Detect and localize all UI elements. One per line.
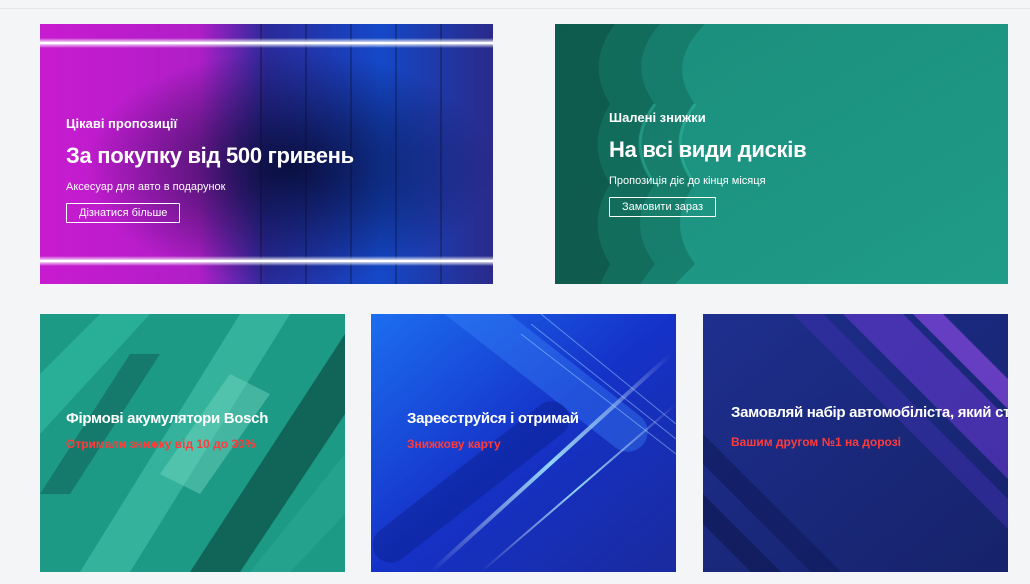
banner-content: Фірмові акумулятори Bosch Отримали знижк… <box>66 410 268 451</box>
learn-more-button[interactable]: Дізнатися більше <box>66 203 181 223</box>
banner-subtitle: Знижкову карту <box>407 437 501 451</box>
promo-banner-discs[interactable]: Шалені знижки На всі види дисків Пропози… <box>555 24 1008 284</box>
banner-subtitle: Пропозиція діє до кінця місяця <box>609 175 766 187</box>
banner-eyebrow: Цікаві пропозиції <box>66 116 178 131</box>
banner-title: Фірмові акумулятори Bosch <box>66 410 269 427</box>
top-divider <box>0 8 1030 9</box>
promo-banner-gift[interactable]: Цікаві пропозиції За покупку від 500 гри… <box>40 24 493 284</box>
banner-subtitle: Аксесуар для авто в подарунок <box>66 181 226 193</box>
banner-content: Замовляй набір автомобіліста, який стане… <box>731 404 1008 449</box>
banner-eyebrow: Шалені знижки <box>609 110 706 125</box>
banner-content: Шалені знижки На всі види дисків Пропози… <box>609 110 807 217</box>
banner-title: Замовляй набір автомобіліста, який стане <box>731 404 1008 421</box>
promo-banner-kit[interactable]: Замовляй набір автомобіліста, який стане… <box>703 314 1008 572</box>
promo-banner-bosch[interactable]: Фірмові акумулятори Bosch Отримали знижк… <box>40 314 345 572</box>
promo-banner-register[interactable]: Зареєструйся і отримай Знижкову карту <box>371 314 676 572</box>
banner-content: Цікаві пропозиції За покупку від 500 гри… <box>66 116 354 223</box>
order-now-button[interactable]: Замовити зараз <box>609 197 716 217</box>
banner-headline: За покупку від 500 гривень <box>66 143 354 168</box>
banner-headline: На всі види дисків <box>609 137 807 162</box>
banner-content: Зареєструйся і отримай Знижкову карту <box>407 410 579 451</box>
banner-title: Зареєструйся і отримай <box>407 410 579 427</box>
banner-subtitle: Вашим другом №1 на дорозі <box>731 435 902 449</box>
banner-subtitle: Отримали знижку від 10 до 30% <box>66 437 256 451</box>
